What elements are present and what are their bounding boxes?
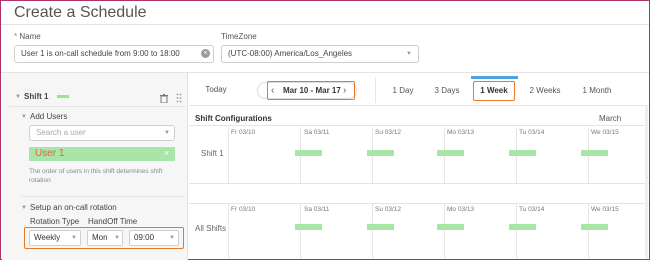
day-gridline (372, 203, 373, 259)
expand-caret-icon[interactable]: ▼ (21, 114, 27, 120)
day-gridline (300, 203, 301, 259)
shift-bar[interactable] (367, 150, 394, 156)
day-gridline (228, 203, 229, 259)
chevron-down-icon: ▼ (169, 235, 175, 241)
day-gridline (588, 203, 589, 259)
shift-bar[interactable] (437, 224, 464, 230)
row-label-shift-1: Shift 1 (201, 149, 224, 158)
today-button[interactable]: Today (199, 80, 233, 100)
timezone-label: TimeZone (221, 32, 257, 41)
view-1-day[interactable]: 1 Day (387, 81, 419, 101)
shift-bar[interactable] (437, 150, 464, 156)
shift-bar[interactable] (509, 224, 536, 230)
order-note: The order of users in this shift determi… (29, 168, 163, 184)
day-header: Mo 03/13 (447, 129, 475, 136)
row-label-all-shifts: All Shifts (195, 224, 227, 233)
chevron-down-icon: ▼ (164, 130, 170, 136)
clear-icon[interactable]: × (201, 49, 210, 58)
active-view-indicator (471, 76, 518, 79)
collapse-caret-icon[interactable]: ▼ (15, 94, 21, 100)
rotation-type-label: Rotation Type (30, 217, 80, 226)
calendar-scrollbar[interactable] (645, 105, 648, 259)
day-header: We 03/15 (591, 206, 619, 213)
day-header: Tu 03/14 (519, 206, 545, 213)
day-header: Mo 03/13 (447, 206, 475, 213)
trash-icon[interactable] (160, 90, 168, 104)
shift-bar[interactable] (295, 224, 322, 230)
month-label: March (599, 114, 622, 123)
chevron-down-icon: ▼ (71, 235, 77, 241)
user-search-input[interactable]: Search a user (29, 125, 175, 141)
shift-bar[interactable] (367, 224, 394, 230)
day-header: Sa 03/11 (304, 206, 330, 213)
page-title: Create a Schedule (14, 4, 147, 21)
date-range-label: Mar 10 - Mar 17 (283, 86, 341, 95)
drag-handle-icon[interactable] (176, 90, 182, 103)
prev-arrow-icon[interactable]: ‹ (271, 81, 274, 100)
day-gridline (444, 203, 445, 259)
user-tag[interactable]: User 1 × (29, 147, 175, 161)
handoff-time-label: HandOff Time (88, 217, 138, 226)
calendar-divider (189, 125, 649, 126)
shift-bar[interactable] (509, 150, 536, 156)
rotation-section-label: Setup an on-call rotation (30, 203, 117, 212)
toolbar-divider (375, 77, 376, 103)
shift-bar[interactable] (581, 224, 608, 230)
day-header: Fr 03/10 (231, 129, 256, 136)
shift-color-swatch (57, 95, 69, 98)
shift-bar[interactable] (295, 150, 322, 156)
shift-configurations-heading: Shift Configurations (195, 114, 272, 123)
view-1-week[interactable]: 1 Week (473, 81, 515, 101)
day-header: We 03/15 (591, 129, 619, 136)
day-gridline (516, 203, 517, 259)
name-label: * Name (14, 32, 41, 41)
sidebar-divider (21, 196, 185, 197)
toolbar-bottom-divider (189, 105, 649, 106)
day-header: Su 03/12 (375, 129, 402, 136)
timezone-select[interactable]: (UTC-08:00) America/Los_Angeles (221, 45, 419, 63)
add-users-label: Add Users (30, 112, 68, 121)
next-arrow-icon[interactable]: › (343, 81, 346, 100)
day-header: Fr 03/10 (231, 206, 256, 213)
row-divider (189, 203, 649, 204)
create-schedule-dialog: Create a Schedule * Name User 1 is on-ca… (0, 0, 650, 260)
day-gridline (228, 127, 229, 183)
name-input[interactable]: User 1 is on-call schedule from 9:00 to … (14, 45, 214, 63)
view-2-weeks[interactable]: 2 Weeks (523, 81, 567, 101)
day-header: Su 03/12 (375, 206, 402, 213)
chevron-down-icon: ▼ (406, 51, 412, 57)
shift-bar[interactable] (581, 150, 608, 156)
title-divider (1, 24, 649, 25)
row-divider (189, 183, 649, 184)
chevron-down-icon: ▼ (114, 235, 120, 241)
shift-title: Shift 1 (24, 92, 49, 101)
view-1-month[interactable]: 1 Month (575, 81, 619, 101)
view-3-days[interactable]: 3 Days (429, 81, 465, 101)
sidebar-divider (9, 106, 185, 107)
user-tag-label: User 1 (35, 148, 65, 159)
day-header: Sa 03/11 (304, 129, 330, 136)
expand-caret-icon[interactable]: ▼ (21, 205, 27, 211)
day-header: Tu 03/14 (519, 129, 545, 136)
remove-user-icon[interactable]: × (164, 148, 169, 158)
